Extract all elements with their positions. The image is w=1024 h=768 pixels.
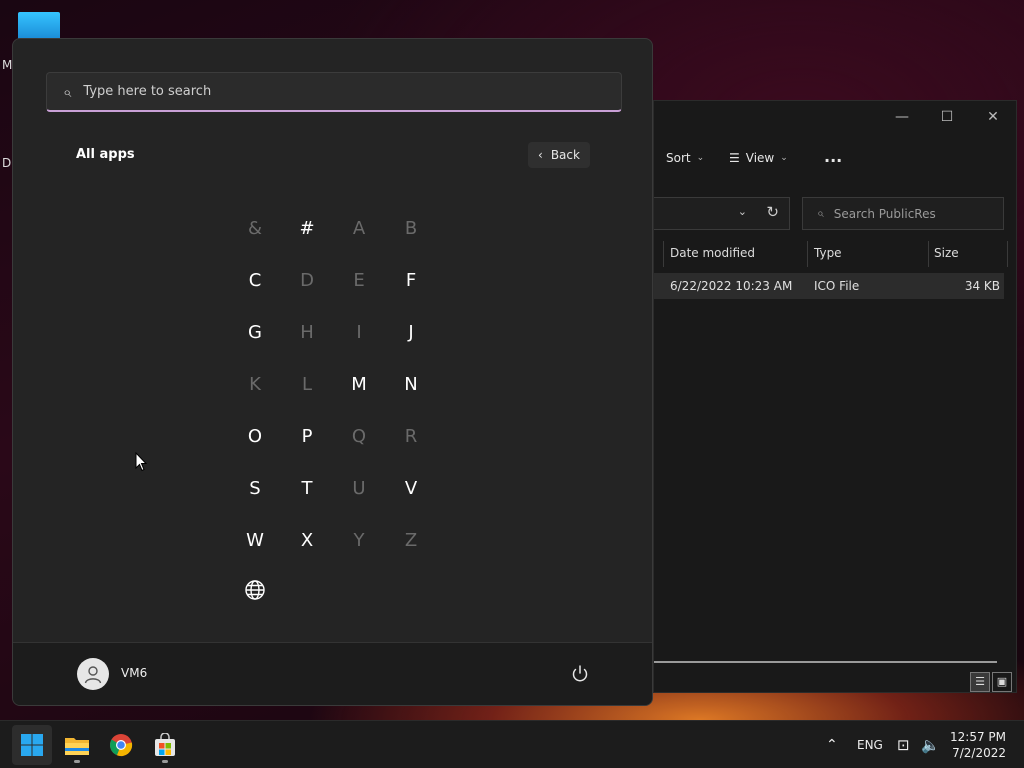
all-apps-title: All apps bbox=[76, 147, 135, 162]
view-label: View bbox=[745, 151, 775, 165]
column-separator[interactable] bbox=[928, 241, 929, 267]
power-icon[interactable] bbox=[569, 663, 591, 685]
input-language[interactable]: ENG bbox=[857, 721, 883, 768]
letter-index-v[interactable]: V bbox=[385, 462, 437, 514]
letter-index-x[interactable]: X bbox=[281, 514, 333, 566]
store-icon bbox=[155, 733, 175, 756]
letter-index-o[interactable]: O bbox=[229, 410, 281, 462]
chrome-icon bbox=[109, 734, 133, 757]
taskbar: ⌃ ENG ⊡ 🔈 12:57 PM 7/2/2022 bbox=[0, 720, 1024, 768]
view-button[interactable]: ☰ View ⌄ bbox=[729, 151, 788, 165]
avatar[interactable] bbox=[77, 658, 109, 690]
start-search-input[interactable]: ⌕ Type here to search bbox=[46, 72, 622, 112]
address-bar[interactable]: ⌄ ↻ bbox=[654, 197, 790, 230]
horizontal-scrollbar[interactable] bbox=[654, 661, 997, 663]
letter-index-g[interactable]: G bbox=[229, 306, 281, 358]
letter-index-r: R bbox=[404, 425, 418, 447]
sort-button[interactable]: Sort ⌄ bbox=[666, 151, 704, 165]
column-header-date-modified[interactable]: Date modified bbox=[670, 246, 755, 260]
user-name[interactable]: VM6 bbox=[121, 666, 147, 680]
letter-index-f[interactable]: F bbox=[385, 254, 437, 306]
file-explorer-window: — ☐ ✕ Sort ⌄ ☰ View ⌄ ··· ⌄ ↻ ⌕ Search P… bbox=[653, 100, 1017, 693]
start-footer: VM6 bbox=[13, 642, 652, 705]
letter-index-w[interactable]: W bbox=[229, 514, 281, 566]
column-separator[interactable] bbox=[663, 241, 664, 267]
chevron-down-icon: ⌄ bbox=[696, 153, 705, 163]
letter-index-q: Q bbox=[351, 425, 367, 447]
sort-label: Sort bbox=[666, 151, 691, 165]
desktop-icon-label: M bbox=[2, 58, 13, 72]
chevron-down-icon: ⌄ bbox=[780, 153, 788, 163]
letter-index-t[interactable]: T bbox=[281, 462, 333, 514]
chevron-up-icon[interactable]: ⌃ bbox=[826, 721, 838, 768]
view-list-icon: ☰ bbox=[729, 151, 740, 165]
chrome-taskbar-button[interactable] bbox=[101, 725, 141, 765]
letter-index-a: A bbox=[352, 217, 366, 239]
back-label: Back bbox=[550, 148, 580, 162]
letter-index-d: D bbox=[300, 269, 314, 291]
file-size: 34 KB bbox=[964, 279, 1000, 293]
folder-icon bbox=[65, 738, 89, 755]
letter-index-c[interactable]: C bbox=[229, 254, 281, 306]
details-view-icon[interactable]: ☰ bbox=[970, 672, 990, 692]
table-row[interactable]: 6/22/2022 10:23 AM ICO File 34 KB bbox=[654, 273, 1004, 299]
mouse-cursor-icon bbox=[135, 452, 147, 472]
clock[interactable]: 12:57 PM 7/2/2022 bbox=[950, 729, 1006, 761]
back-button[interactable]: ‹ Back bbox=[528, 142, 590, 168]
column-header-type[interactable]: Type bbox=[814, 246, 842, 260]
letter-index-p[interactable]: P bbox=[281, 410, 333, 462]
letter-index-h: H bbox=[300, 321, 314, 343]
start-menu: ⌕ Type here to search All apps ‹ Back & #… bbox=[12, 38, 653, 706]
more-options-button[interactable]: ··· bbox=[824, 151, 842, 170]
maximize-button[interactable]: ☐ bbox=[932, 107, 962, 127]
close-button[interactable]: ✕ bbox=[978, 107, 1008, 127]
file-explorer-taskbar-button[interactable] bbox=[57, 725, 97, 765]
search-icon: ⌕ bbox=[63, 82, 72, 101]
running-indicator bbox=[74, 760, 80, 763]
tiles-view-icon[interactable]: ▣ bbox=[992, 672, 1012, 692]
letter-index-b: B bbox=[404, 217, 418, 239]
letter-index-m[interactable]: M bbox=[333, 358, 385, 410]
globe-icon[interactable] bbox=[244, 579, 266, 601]
letter-index-k: K bbox=[249, 373, 261, 395]
letter-index-u: U bbox=[352, 477, 366, 499]
network-icon[interactable]: ⊡ bbox=[897, 721, 910, 768]
start-button[interactable] bbox=[12, 725, 52, 765]
refresh-icon[interactable]: ↻ bbox=[766, 203, 779, 221]
letter-index-ampersand: & bbox=[247, 217, 263, 239]
chevron-left-icon: ‹ bbox=[538, 148, 543, 162]
minimize-button[interactable]: — bbox=[887, 107, 917, 127]
file-type: ICO File bbox=[814, 279, 860, 293]
letter-index-i: I bbox=[356, 321, 362, 343]
explorer-search-input[interactable]: ⌕ Search PublicRes bbox=[802, 197, 1004, 230]
letter-index-n[interactable]: N bbox=[385, 358, 437, 410]
column-separator[interactable] bbox=[807, 241, 808, 267]
column-header-size[interactable]: Size bbox=[934, 246, 959, 260]
start-search-placeholder: Type here to search bbox=[83, 84, 212, 99]
explorer-search-placeholder: Search PublicRes bbox=[833, 206, 936, 221]
letter-index-s[interactable]: S bbox=[229, 462, 281, 514]
user-icon bbox=[84, 666, 102, 684]
windows-logo-icon bbox=[21, 734, 43, 756]
letter-index-e: E bbox=[353, 269, 365, 291]
letter-index-z: Z bbox=[404, 529, 418, 551]
store-taskbar-button[interactable] bbox=[145, 725, 185, 765]
search-icon: ⌕ bbox=[817, 206, 824, 220]
chevron-down-icon[interactable]: ⌄ bbox=[738, 205, 747, 218]
clock-time: 12:57 PM bbox=[950, 730, 1006, 744]
desktop-icon[interactable] bbox=[18, 12, 60, 40]
letter-index-y: Y bbox=[353, 529, 365, 551]
volume-icon[interactable]: 🔈 bbox=[921, 721, 940, 768]
letter-index-l: L bbox=[301, 373, 313, 395]
running-indicator bbox=[162, 760, 168, 763]
letter-index-grid: & # A B C D E F G H I J K L M N O P Q R S T U V W X Y Z bbox=[229, 202, 439, 566]
file-date-modified: 6/22/2022 10:23 AM bbox=[670, 279, 793, 293]
clock-date: 7/2/2022 bbox=[952, 746, 1006, 760]
letter-index-hash[interactable]: # bbox=[281, 202, 333, 254]
column-separator[interactable] bbox=[1007, 241, 1008, 267]
letter-index-j[interactable]: J bbox=[385, 306, 437, 358]
